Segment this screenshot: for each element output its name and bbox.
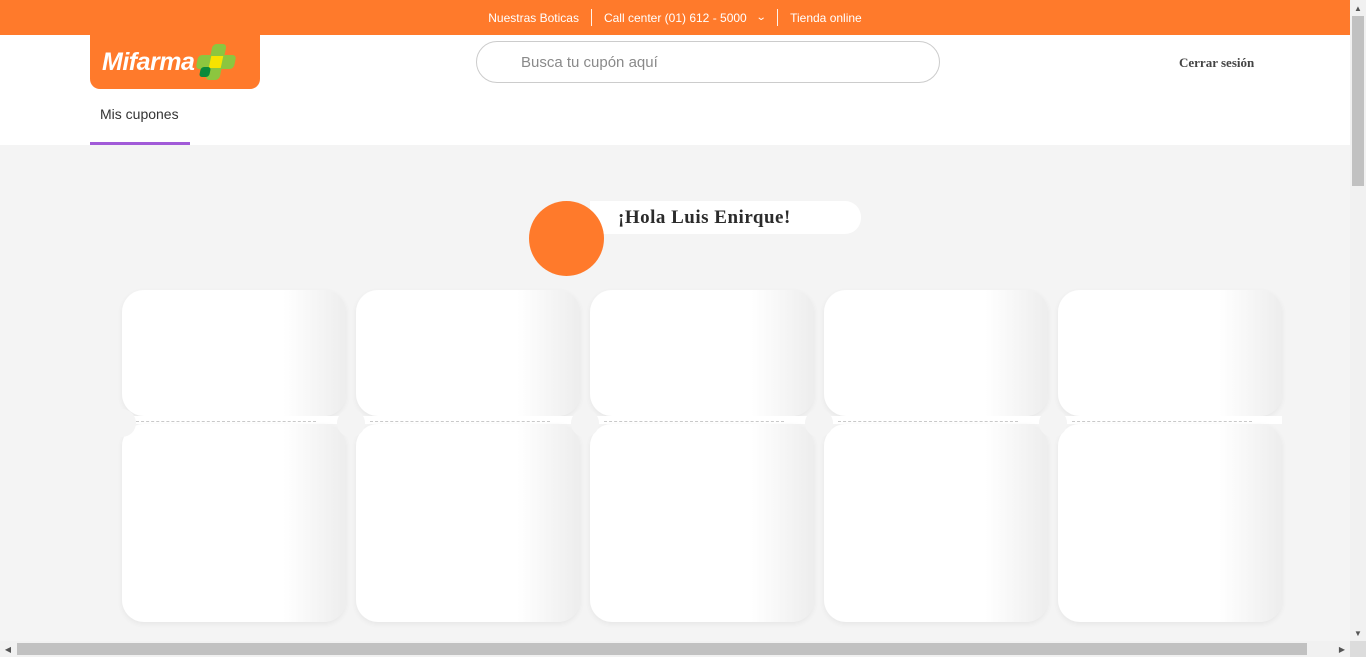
coupon-card-top bbox=[824, 290, 1048, 416]
scroll-up-icon[interactable]: ▲ bbox=[1350, 0, 1366, 16]
cross-icon bbox=[195, 42, 237, 82]
vertical-scroll-thumb[interactable] bbox=[1352, 16, 1364, 186]
coupon-search-input[interactable] bbox=[477, 42, 939, 82]
coupon-divider bbox=[1072, 421, 1252, 422]
coupon-card-top bbox=[122, 290, 346, 416]
tab-label: Mis cupones bbox=[100, 106, 179, 122]
chevron-down-icon: ⌄ bbox=[755, 12, 767, 23]
coupon-card-top bbox=[1058, 290, 1282, 416]
coupon-card[interactable] bbox=[590, 290, 814, 622]
call-center-dropdown[interactable]: Call center (01) 612 - 5000 ⌄ bbox=[592, 11, 777, 25]
top-bar-divider bbox=[590, 9, 592, 26]
stores-link[interactable]: Nuestras Boticas bbox=[476, 11, 591, 25]
coupon-card-bottom bbox=[824, 424, 1048, 622]
coupon-card[interactable] bbox=[824, 290, 1048, 622]
coupon-card[interactable] bbox=[356, 290, 580, 622]
greeting-text: ¡Hola Luis Enirque! bbox=[618, 207, 791, 228]
coupon-divider bbox=[370, 421, 550, 422]
coupon-notch bbox=[108, 409, 136, 437]
avatar bbox=[529, 201, 604, 276]
coupon-card-bottom bbox=[590, 424, 814, 622]
scroll-left-icon[interactable]: ◀ bbox=[0, 641, 16, 657]
coupon-search bbox=[476, 41, 940, 83]
coupon-card-bottom bbox=[122, 424, 346, 622]
coupon-notch bbox=[337, 409, 365, 437]
coupon-card[interactable] bbox=[122, 290, 346, 622]
coupon-card-top bbox=[590, 290, 814, 416]
coupon-notch bbox=[805, 409, 833, 437]
logo-text: Mifarma bbox=[102, 47, 195, 76]
vertical-scrollbar[interactable]: ▲ ▼ bbox=[1350, 0, 1366, 641]
scroll-down-icon[interactable]: ▼ bbox=[1350, 625, 1366, 641]
scroll-right-icon[interactable]: ▶ bbox=[1334, 641, 1350, 657]
coupon-divider bbox=[136, 421, 316, 422]
online-store-link[interactable]: Tienda online bbox=[778, 11, 874, 25]
tab-mis-cupones[interactable]: Mis cupones bbox=[90, 106, 190, 145]
coupon-divider bbox=[604, 421, 784, 422]
coupon-card-bottom bbox=[356, 424, 580, 622]
scrollbar-corner bbox=[1350, 641, 1366, 657]
top-bar: Nuestras Boticas Call center (01) 612 - … bbox=[0, 0, 1350, 35]
site-header: Mifarma Cerrar sesión Mis cupones bbox=[0, 35, 1350, 145]
horizontal-scrollbar[interactable]: ◀ ▶ bbox=[0, 641, 1350, 657]
coupon-notch bbox=[571, 409, 599, 437]
call-center-label: Call center (01) 612 - 5000 bbox=[603, 10, 747, 25]
coupon-card-top bbox=[356, 290, 580, 416]
coupon-card-bottom bbox=[1058, 424, 1282, 622]
horizontal-scroll-thumb[interactable] bbox=[17, 643, 1307, 655]
coupon-card[interactable] bbox=[1058, 290, 1282, 622]
mifarma-logo[interactable]: Mifarma bbox=[90, 35, 260, 89]
coupon-notch bbox=[1039, 409, 1067, 437]
logout-link[interactable]: Cerrar sesión bbox=[1179, 55, 1254, 71]
top-bar-divider bbox=[777, 9, 779, 26]
coupon-divider bbox=[838, 421, 1018, 422]
